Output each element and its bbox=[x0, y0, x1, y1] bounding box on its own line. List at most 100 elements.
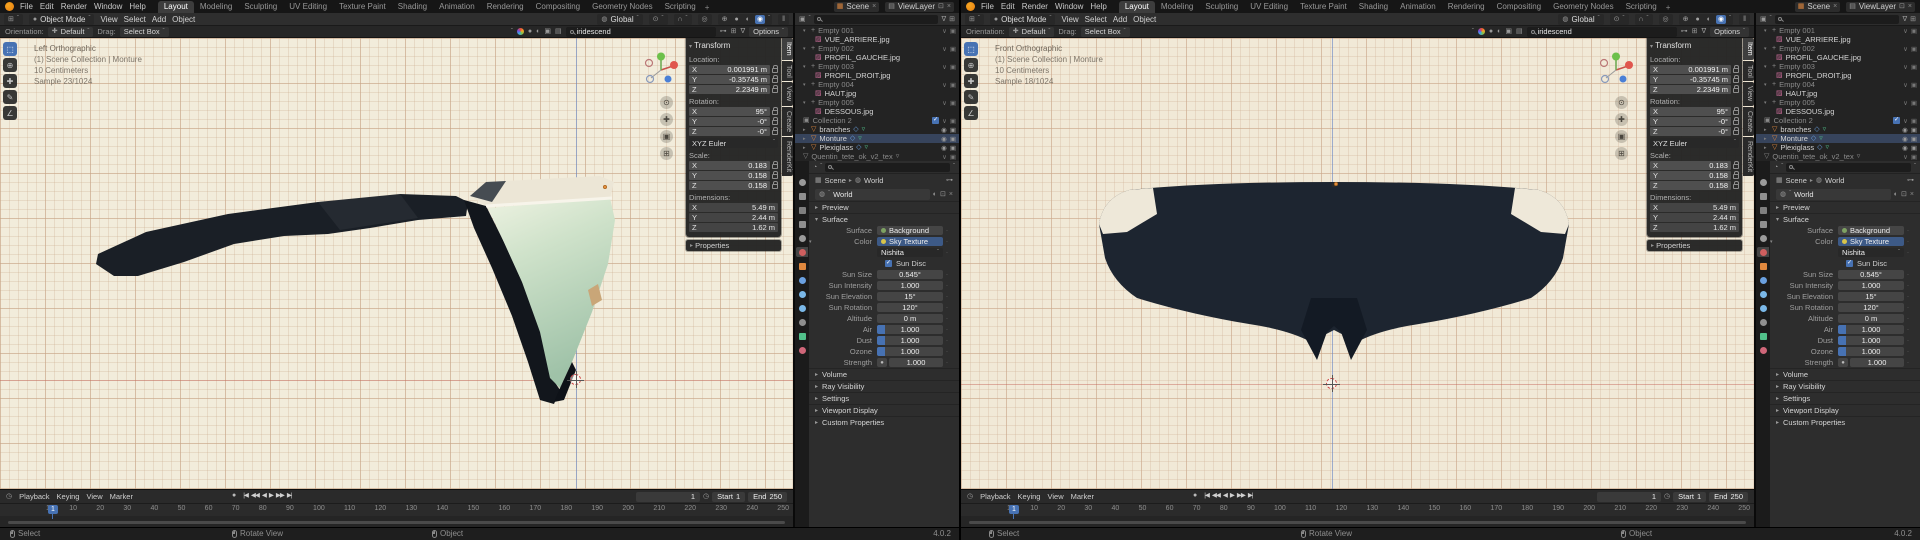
render-visibility-icon[interactable]: ▣ bbox=[950, 81, 956, 89]
render-visibility-icon[interactable]: ▣ bbox=[1911, 45, 1917, 53]
settings-panel-header[interactable]: ▸Settings bbox=[809, 392, 959, 404]
properties-search-input[interactable] bbox=[1786, 163, 1911, 172]
playback-menu[interactable]: Playback bbox=[19, 492, 49, 501]
shading-wireframe-button[interactable]: ⊕ bbox=[720, 15, 730, 24]
ray-visibility-panel-header[interactable]: ▸Ray Visibility bbox=[1770, 380, 1920, 392]
ntab-item[interactable]: Item bbox=[782, 38, 793, 60]
blenderkit-logo-icon[interactable] bbox=[517, 28, 524, 35]
outliner-row-image[interactable]: ▨HAUT.jpg bbox=[1756, 89, 1920, 98]
outliner-row-image[interactable]: ▨VUE_ARRIERE.jpg bbox=[795, 35, 959, 44]
rotation-mode-dropdown[interactable]: XYZ Eulerˇ bbox=[1650, 138, 1739, 148]
next-keyframe-button[interactable]: ▶▶ bbox=[1237, 491, 1245, 499]
menu-window[interactable]: Window bbox=[1055, 2, 1083, 11]
tab-render[interactable] bbox=[796, 191, 808, 201]
end-frame-field[interactable]: End250 bbox=[748, 492, 787, 502]
air-slider[interactable]: 1.000 bbox=[1838, 325, 1904, 334]
snap-button[interactable]: ∩ˇ bbox=[674, 14, 692, 25]
ntab-renderkit[interactable]: RenderKit bbox=[782, 137, 793, 176]
lock-icon[interactable] bbox=[772, 78, 778, 83]
tab-data[interactable] bbox=[1757, 331, 1769, 341]
sun-disc-checkbox[interactable]: ✓ bbox=[1846, 260, 1853, 267]
strength-field[interactable]: 1.000 bbox=[889, 358, 943, 367]
camera-view-icon[interactable]: ▣ bbox=[1615, 130, 1628, 143]
preview-panel-header[interactable]: ▸Preview bbox=[1770, 201, 1920, 213]
filter-icon[interactable]: ∇ bbox=[740, 28, 745, 35]
menu-edit[interactable]: Edit bbox=[1001, 2, 1015, 11]
new-datablock-icon[interactable]: ⊡ bbox=[1901, 191, 1907, 198]
render-visibility-icon[interactable]: ▣ bbox=[950, 135, 956, 143]
lock-icon[interactable] bbox=[772, 88, 778, 93]
menu-object[interactable]: Object bbox=[172, 15, 195, 24]
world-datablock[interactable]: ◍ˇWorld bbox=[815, 189, 930, 200]
annotate-tool[interactable]: ✎ bbox=[3, 90, 17, 104]
lock-icon[interactable] bbox=[772, 164, 778, 169]
tab-output[interactable] bbox=[1757, 205, 1769, 215]
pivot-point-button[interactable]: ⊙ˇ bbox=[649, 14, 668, 25]
tab-data[interactable] bbox=[796, 331, 808, 341]
render-visibility-icon[interactable]: ▣ bbox=[1911, 153, 1917, 161]
ntab-tool[interactable]: Tool bbox=[782, 61, 793, 82]
render-visibility-icon[interactable]: ▣ bbox=[950, 144, 956, 152]
tab-particles[interactable] bbox=[796, 289, 808, 299]
new-collection-icon[interactable]: ⊞ bbox=[1910, 16, 1916, 23]
pan-icon[interactable]: ✚ bbox=[660, 113, 673, 126]
menu-edit[interactable]: Edit bbox=[40, 2, 54, 11]
bk-scene-icon[interactable]: ▣ bbox=[544, 28, 551, 35]
tab-tool[interactable] bbox=[1757, 177, 1769, 187]
orientation-dropdown[interactable]: ✚Defaultˇ bbox=[1009, 27, 1055, 37]
altitude-field[interactable]: 0 m bbox=[877, 314, 943, 323]
zoom-icon[interactable]: ⊙ bbox=[1615, 96, 1628, 109]
outliner-row-branches[interactable]: ▸▽branches◇▿◉▣ bbox=[1756, 125, 1920, 134]
options-dropdown[interactable]: Optionsˇ bbox=[749, 27, 788, 37]
ntab-create[interactable]: Create bbox=[782, 107, 793, 136]
scale-z-field[interactable]: Z0.158 bbox=[689, 181, 770, 190]
current-frame-field[interactable]: 1 bbox=[636, 492, 700, 502]
move-tool[interactable]: ✚ bbox=[3, 74, 17, 88]
viewport-canvas[interactable]: Left Orthographic (1) Scene Collection |… bbox=[0, 38, 793, 489]
location-x-field[interactable]: X0.001991 m bbox=[689, 65, 770, 74]
timeline-editor-icon[interactable]: ◷ bbox=[6, 493, 12, 500]
bk-model-icon[interactable]: ◐ bbox=[1497, 28, 1501, 35]
location-z-field[interactable]: Z2.2349 m bbox=[689, 85, 770, 94]
tab-material[interactable] bbox=[796, 345, 808, 355]
tab-world[interactable] bbox=[796, 247, 808, 257]
fake-user-icon[interactable]: ◐ bbox=[933, 191, 937, 198]
transform-panel-header[interactable]: ▾ Transform bbox=[689, 40, 778, 52]
volume-panel-header[interactable]: ▸Volume bbox=[1770, 368, 1920, 380]
outliner-display-mode-icon[interactable]: ▣ bbox=[799, 16, 806, 23]
blender-logo-icon[interactable] bbox=[5, 2, 14, 11]
axis-gizmo[interactable] bbox=[643, 52, 679, 88]
playhead-frame-badge[interactable]: 1 bbox=[48, 505, 58, 514]
eye-icon[interactable]: ◉ bbox=[941, 126, 947, 134]
tab-uv-editing[interactable]: UV Editing bbox=[283, 1, 333, 13]
render-visibility-icon[interactable]: ▣ bbox=[1911, 135, 1917, 143]
view-menu[interactable]: View bbox=[1047, 492, 1063, 501]
shading-material-button[interactable]: ◐ bbox=[744, 15, 752, 24]
asset-search-input[interactable]: iridescend bbox=[1527, 27, 1677, 37]
options-dropdown[interactable]: Optionsˇ bbox=[1710, 27, 1749, 37]
hide-icon[interactable]: ∨ bbox=[942, 81, 947, 89]
outliner-filter-icon[interactable]: ∇ bbox=[941, 16, 946, 23]
hide-icon[interactable]: ∨ bbox=[942, 99, 947, 107]
keying-menu[interactable]: Keying bbox=[57, 492, 80, 501]
rotation-x-field[interactable]: X95° bbox=[1650, 107, 1731, 116]
bk-upload-icon[interactable]: ▤ bbox=[555, 28, 562, 35]
tab-layout[interactable]: Layout bbox=[158, 1, 194, 13]
tab-view-layer[interactable] bbox=[796, 219, 808, 229]
sun-size-field[interactable]: 0.545° bbox=[877, 270, 943, 279]
hide-icon[interactable]: ∨ bbox=[1903, 117, 1908, 125]
outliner-row-image[interactable]: ▨PROFIL_DROIT.jpg bbox=[1756, 71, 1920, 80]
lock-icon[interactable] bbox=[1733, 120, 1739, 125]
lock-icon[interactable] bbox=[772, 184, 778, 189]
fake-user-icon[interactable]: ◐ bbox=[1894, 191, 1898, 198]
tab-rendering[interactable]: Rendering bbox=[481, 1, 530, 13]
ntab-view[interactable]: View bbox=[782, 82, 793, 105]
tab-render[interactable] bbox=[1757, 191, 1769, 201]
hide-icon[interactable]: ∨ bbox=[942, 153, 947, 161]
hide-icon[interactable]: ∨ bbox=[1903, 99, 1908, 107]
air-slider[interactable]: 1.000 bbox=[877, 325, 943, 334]
custom-properties-panel-header[interactable]: ▸Custom Properties bbox=[809, 416, 959, 428]
hide-icon[interactable]: ∨ bbox=[1903, 27, 1908, 35]
outliner-row-image[interactable]: ▨PROFIL_GAUCHE.jpg bbox=[1756, 53, 1920, 62]
volume-panel-header[interactable]: ▸Volume bbox=[809, 368, 959, 380]
